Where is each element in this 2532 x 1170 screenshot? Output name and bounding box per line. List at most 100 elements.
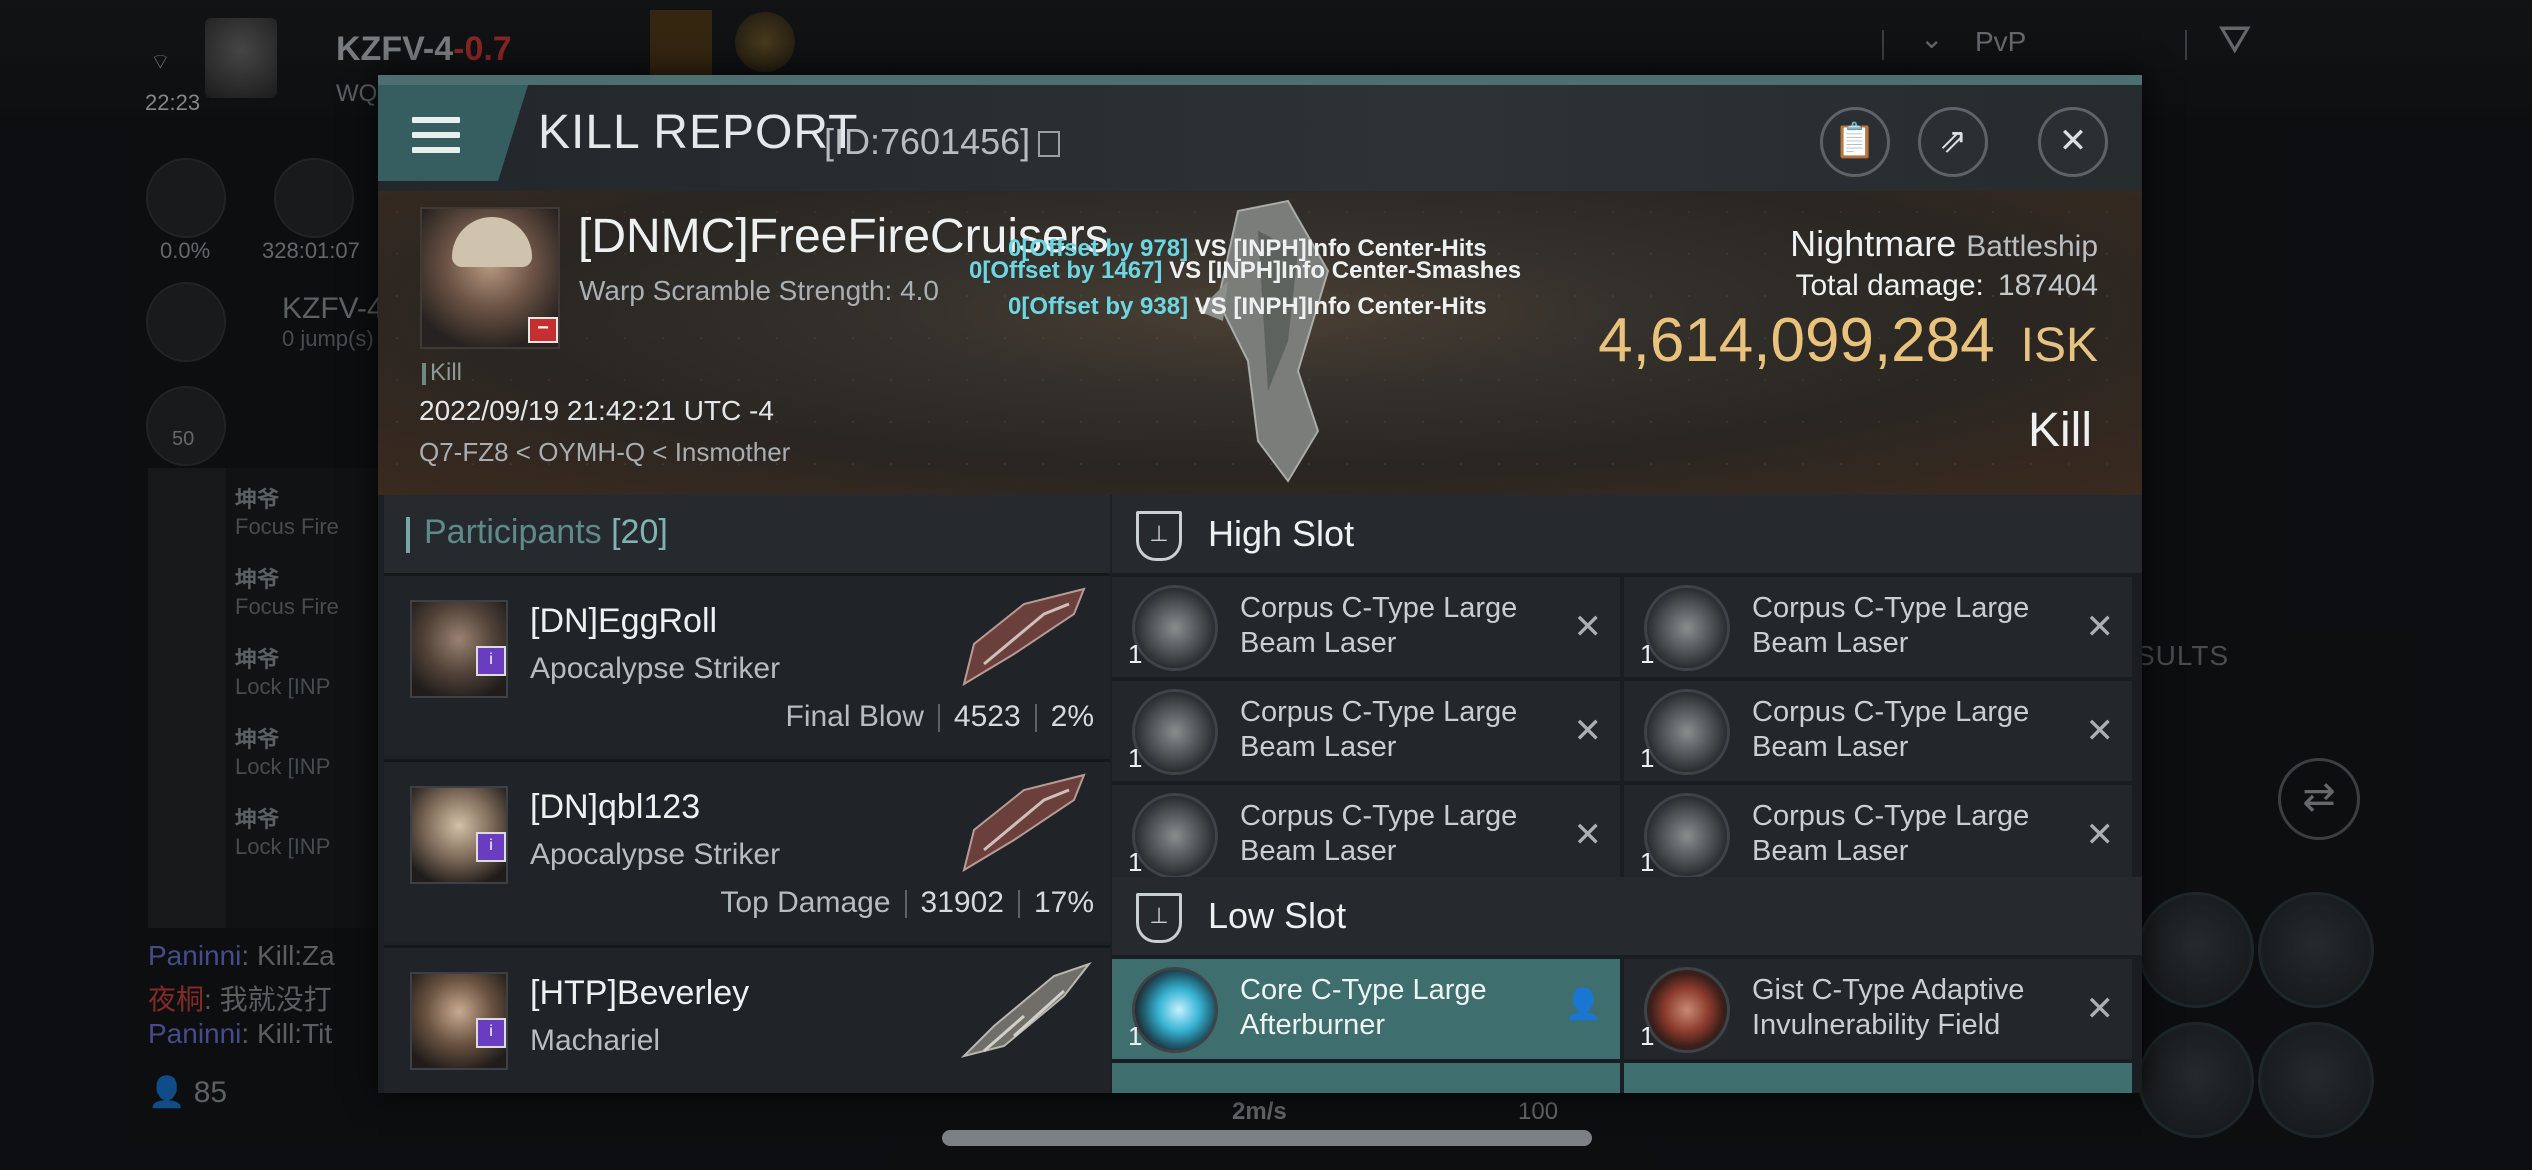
overview-filter-label[interactable]: PvP <box>1975 26 2026 58</box>
module-slot-icon[interactable] <box>2138 1022 2254 1138</box>
hud-divider <box>1882 30 1884 60</box>
feed-item: 坤爷 Lock [INP <box>235 642 330 700</box>
feed-name: 坤爷 <box>235 487 280 512</box>
hit-line: 0[Offset by 938] VS [INPH]Info Center-Hi… <box>1008 293 1487 321</box>
alliance-emblem[interactable] <box>735 12 795 72</box>
module-item[interactable]: 1 Corpus C-Type Large Beam Laser ✕ <box>1112 681 1620 781</box>
kill-id[interactable]: [ID:7601456] <box>824 121 1061 163</box>
participant-row[interactable]: i [HTP]Beverley Machariel <box>384 945 1110 1093</box>
hud-stat-right: 328:01:07 <box>262 238 360 263</box>
module-name: Gist C-Type Adaptive Invulnerability Fie… <box>1752 974 2025 1041</box>
destroyed-icon: ✕ <box>2085 990 2115 1028</box>
module-item[interactable] <box>1624 1063 2132 1093</box>
participants-count: [20] <box>611 513 668 551</box>
chat-sender: 夜桐 <box>148 984 205 1015</box>
module-name: Corpus C-Type Large Beam Laser <box>1240 592 1518 659</box>
destroyed-icon: ✕ <box>1573 608 1603 646</box>
corp-badge-icon: i <box>476 1018 506 1048</box>
module-slot-icon[interactable] <box>2258 1022 2374 1138</box>
victim-ship[interactable]: Nightmare Battleship <box>1790 223 2098 265</box>
online-count[interactable]: 👤 85 <box>148 1075 227 1110</box>
chat-line[interactable]: Paninni: Kill:Za <box>148 940 335 972</box>
module-qty: 1 <box>1640 639 1655 669</box>
module-qty: 1 <box>1128 639 1143 669</box>
route-jumps: 0 jump(s) <box>282 326 374 351</box>
kill-location[interactable]: Q7-FZ8 < OYMH-Q < Insmother <box>419 437 790 468</box>
participant-ship: Apocalypse Striker <box>530 838 781 871</box>
participant-ship: Machariel <box>530 1024 661 1057</box>
module-name: Corpus C-Type Large Beam Laser <box>1240 696 1518 763</box>
route-info[interactable]: KZFV-4 0 jump(s) <box>282 292 384 352</box>
navigate-icon[interactable] <box>146 282 226 362</box>
corp-badge-icon: i <box>476 832 506 862</box>
dna-icon[interactable] <box>274 158 354 238</box>
module-item[interactable]: 1 Corpus C-Type Large Beam Laser ✕ <box>1112 577 1620 677</box>
participant-percent: 2% <box>1050 700 1094 733</box>
beam-laser-icon <box>1644 585 1730 671</box>
high-slot-icon: ⊥ <box>1136 511 1182 561</box>
destroyed-icon: ✕ <box>1573 712 1603 750</box>
chevron-down-icon[interactable]: ⌄ <box>1920 22 1943 55</box>
kill-datetime: 2022/09/19 21:42:21 UTC -4 <box>419 395 774 426</box>
chat-text: : 我就没打 <box>204 984 332 1015</box>
module-item[interactable]: 1 Corpus C-Type Large Beam Laser ✕ <box>1624 577 2132 677</box>
beam-laser-icon <box>1644 793 1730 879</box>
layers-icon[interactable] <box>146 386 226 466</box>
kill-id-text: [ID:7601456] <box>824 121 1031 162</box>
hud-stat-left: 0.0% <box>160 238 211 263</box>
feed-action: Lock [INP <box>235 754 331 779</box>
close-button[interactable]: ✕ <box>2038 107 2108 177</box>
chat-text: : Kill:Za <box>241 940 335 971</box>
share-button[interactable]: ⇗ <box>1918 107 1988 177</box>
participant-name: [HTP]Beverley <box>530 974 750 1012</box>
feed-name: 坤爷 <box>235 567 280 592</box>
swap-icon[interactable]: ⇄ <box>2278 758 2360 840</box>
participant-row[interactable]: i [DN]EggRoll Apocalypse Striker Final B… <box>384 573 1110 756</box>
module-name: Corpus C-Type Large Beam Laser <box>1752 592 2030 659</box>
player-avatar[interactable] <box>205 18 277 98</box>
participant-ship-image <box>962 587 1086 687</box>
clipboard-button[interactable]: 📋 <box>1820 107 1890 177</box>
fitting-panel: ⊥ High Slot 1 Corpus C-Type Large Beam L… <box>1112 495 2142 1093</box>
module-item[interactable] <box>1112 1063 1620 1093</box>
home-indicator[interactable] <box>942 1130 1592 1146</box>
kill-tag-text: Kill <box>430 359 463 386</box>
module-name: Core C-Type Large Afterburner <box>1240 974 1487 1041</box>
module-item[interactable]: 1 Core C-Type Large Afterburner 👤 <box>1112 959 1620 1059</box>
route-system: KZFV-4 <box>282 292 384 325</box>
dialog-title: KILL REPORT <box>538 106 859 159</box>
corp-emblem[interactable] <box>650 10 712 76</box>
participant-ship-image <box>962 773 1086 873</box>
hud-clock: 22:23 <box>145 90 201 115</box>
participant-stats: Final Blow 4523 2% <box>786 700 1095 734</box>
throttle-readout: 100 <box>1518 1098 1559 1125</box>
participant-name: [DN]EggRoll <box>530 602 718 640</box>
module-name: Corpus C-Type Large Beam Laser <box>1240 800 1518 867</box>
portrait-hair <box>452 217 532 267</box>
victim-banner: − [DNMC]FreeFireCruisers Warp Scramble S… <box>378 191 2142 495</box>
copy-icon[interactable] <box>1038 131 1061 158</box>
current-system[interactable]: KZFV-4-0.7 <box>336 30 512 69</box>
total-damage-label: Total damage: <box>1795 269 1984 302</box>
participant-label: Final Blow <box>785 700 924 733</box>
cargo-icon[interactable] <box>146 158 226 238</box>
module-item[interactable]: 1 Corpus C-Type Large Beam Laser ✕ <box>1624 681 2132 781</box>
feed-item: 坤爷 Focus Fire <box>235 562 339 620</box>
module-item[interactable]: 1 Gist C-Type Adaptive Invulnerability F… <box>1624 959 2132 1059</box>
module-item[interactable]: 1 Corpus C-Type Large Beam Laser ✕ <box>1624 785 2132 885</box>
chat-sender: Paninni <box>148 1018 242 1049</box>
low-slot-header: ⊥ Low Slot <box>1112 877 2142 955</box>
chat-line[interactable]: Paninni: Kill:Tit <box>148 1018 332 1050</box>
chat-line[interactable]: 夜桐: 我就没打 <box>148 978 332 1018</box>
module-qty: 1 <box>1128 743 1143 773</box>
clipboard-icon: 📋 <box>1833 122 1877 160</box>
corp-badge-icon: i <box>476 646 506 676</box>
menu-button[interactable] <box>378 85 528 181</box>
ship-class: Battleship <box>1966 230 2098 263</box>
module-slot-icon[interactable] <box>2258 892 2374 1008</box>
module-slot-icon[interactable] <box>2138 892 2254 1008</box>
participant-row[interactable]: i [DN]qbl123 Apocalypse Striker Top Dama… <box>384 759 1110 942</box>
participant-label: Top Damage <box>720 886 891 919</box>
module-item[interactable]: 1 Corpus C-Type Large Beam Laser ✕ <box>1112 785 1620 885</box>
filter-icon[interactable]: ⛛ <box>2218 18 2252 63</box>
